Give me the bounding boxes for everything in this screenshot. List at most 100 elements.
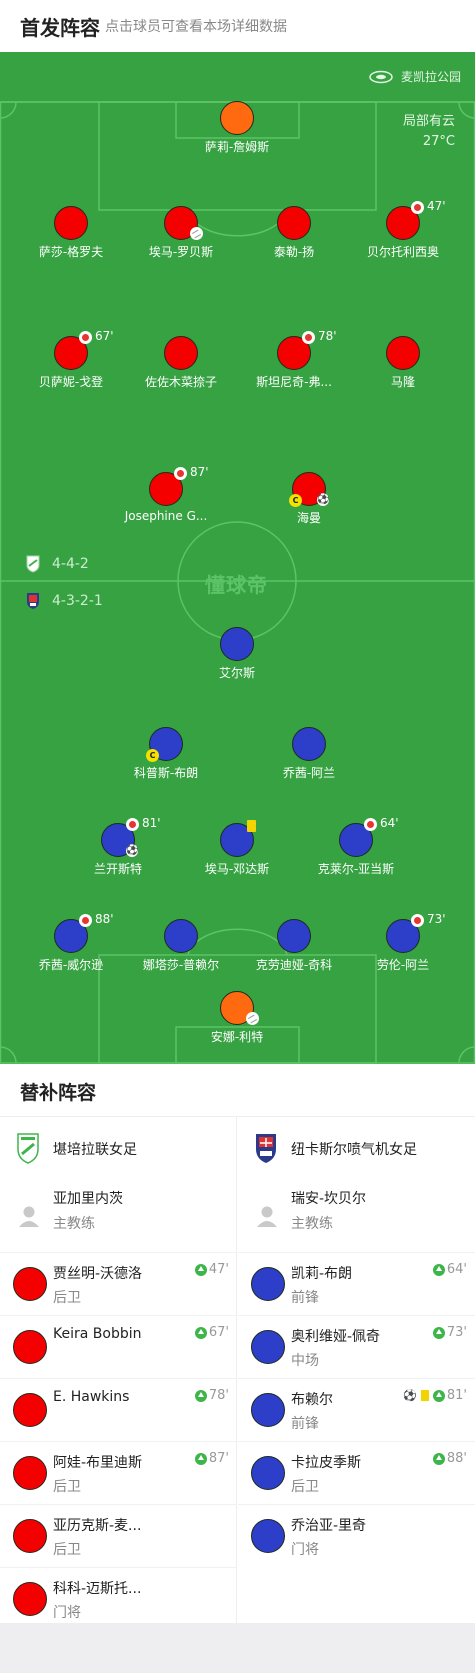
player-marker <box>54 206 88 240</box>
sub-minute: 67' <box>95 329 114 343</box>
player-marker: 81' ⚽ <box>101 816 161 857</box>
player-marker <box>292 727 326 761</box>
sub-player-row[interactable]: E. Hawkins 78' <box>0 1378 237 1441</box>
player-away-gk[interactable]: 安娜-利特 <box>172 991 302 1045</box>
team-logo <box>17 1133 39 1164</box>
sub-player-position: 后卫 <box>53 1542 81 1558</box>
lineup-page: { "header": { "title": "首发阵容", "subtitle… <box>0 0 475 1673</box>
sub-player-position: 中场 <box>291 1353 319 1369</box>
sub-player-name: Keira Bobbin <box>53 1326 142 1342</box>
sub-player-row[interactable]: 凯莉-布朗 前锋 64' <box>238 1252 475 1315</box>
sub-out-icon <box>411 914 424 927</box>
away-team-header[interactable]: 纽卡斯尔喷气机女足 <box>238 1117 475 1180</box>
sub-minute: 87' <box>190 465 209 479</box>
player-name: 艾尔斯 <box>218 666 255 680</box>
sub-minute: 81' <box>142 816 161 830</box>
sub-player-position: 前锋 <box>291 1416 319 1432</box>
player-away-10[interactable]: 73' 劳伦-阿兰 <box>338 912 468 973</box>
sub-in-arrow-icon <box>194 1263 207 1276</box>
home-team-header[interactable]: 堪培拉联女足 <box>0 1117 237 1180</box>
player-away-3[interactable]: 乔茜-阿兰 <box>244 727 374 781</box>
away-subs-column: 纽卡斯尔喷气机女足 瑞安-坎贝尔 主教练 凯莉-布朗 前锋 64' 奥利维娅-佩… <box>238 1117 475 1623</box>
coach-row[interactable]: 瑞安-坎贝尔 主教练 <box>238 1180 475 1252</box>
player-away-8[interactable]: 娜塔莎-普赖尔 <box>116 919 246 973</box>
home-formation: 4-4-2 <box>26 555 89 573</box>
player-name: 佐佐木菜捺子 <box>144 375 217 389</box>
player-home-7[interactable]: 佐佐木菜捺子 <box>116 336 246 390</box>
sub-player-row[interactable]: 乔治亚-里奇 门将 <box>238 1504 475 1567</box>
lineup-subtitle: 点击球员可查看本场详细数据 <box>105 19 287 35</box>
player-home-11[interactable]: C ⚽ 海曼 <box>244 472 374 526</box>
player-name: 兰开斯特 <box>93 862 142 876</box>
player-marker <box>13 1267 47 1301</box>
away-formation-label: 4-3-2-1 <box>52 593 103 609</box>
player-away-5[interactable]: 埃马-邓达斯 <box>172 820 302 877</box>
player-home-10[interactable]: 87' Josephine G... <box>101 465 231 523</box>
player-away-6[interactable]: 64' 克莱尔-亚当斯 <box>291 816 421 877</box>
player-marker <box>220 101 254 135</box>
player-marker <box>251 1393 285 1427</box>
player-marker <box>220 991 259 1025</box>
sub-player-name: 科科-迈斯托... <box>53 1581 142 1597</box>
sub-player-row[interactable]: Keira Bobbin 67' <box>0 1315 237 1378</box>
sub-out-icon <box>79 331 92 344</box>
player-marker: 73' <box>386 912 446 953</box>
coach-name: 瑞安-坎贝尔 <box>291 1191 367 1207</box>
player-name: 科普斯-布朗 <box>133 766 199 780</box>
sub-minute: 47' <box>427 199 446 213</box>
sub-in-time: 64' <box>432 1262 467 1277</box>
sub-player-name: E. Hawkins <box>53 1389 130 1405</box>
sub-player-position: 后卫 <box>291 1479 319 1495</box>
player-home-3[interactable]: 埃马-罗贝斯 <box>116 206 246 260</box>
player-marker: 78' <box>277 329 337 370</box>
player-marker <box>277 919 311 953</box>
player-name: Josephine G... <box>124 509 208 523</box>
sub-in-time: 47' <box>194 1262 229 1277</box>
sub-in-arrow-icon <box>432 1389 445 1402</box>
coach-row[interactable]: 亚加里内茨 主教练 <box>0 1180 237 1252</box>
player-name: 埃马-邓达斯 <box>204 862 270 876</box>
sub-player-row[interactable]: 科科-迈斯托... 门将 <box>0 1567 237 1630</box>
sub-player-position: 后卫 <box>53 1290 81 1306</box>
sub-player-row[interactable]: 亚历克斯-麦... 后卫 <box>0 1504 237 1567</box>
home-formation-label: 4-4-2 <box>52 556 89 572</box>
coach-role: 主教练 <box>53 1216 95 1232</box>
player-marker <box>251 1519 285 1553</box>
sub-out-icon <box>411 201 424 214</box>
player-marker <box>13 1393 47 1427</box>
sub-in-arrow-icon <box>194 1452 207 1465</box>
sub-player-name: 凯莉-布朗 <box>291 1266 353 1282</box>
player-away-1[interactable]: 艾尔斯 <box>172 627 302 681</box>
coach-role: 主教练 <box>291 1216 333 1232</box>
pitch: 麦凯拉公园 局部有云 27°C 懂球帝 4-4-2 4-3-2-1 萨莉-詹姆斯… <box>0 52 475 1064</box>
sub-player-name: 奥利维娅-佩奇 <box>291 1329 381 1345</box>
sub-player-name: 亚历克斯-麦... <box>53 1518 142 1534</box>
sub-in-time: 88' <box>432 1451 467 1466</box>
player-marker <box>13 1519 47 1553</box>
sub-in-arrow-icon <box>432 1326 445 1339</box>
player-home-9[interactable]: 马隆 <box>338 336 468 390</box>
player-marker: 87' <box>149 465 209 506</box>
sub-player-row[interactable]: 贾丝明-沃德洛 后卫 47' <box>0 1252 237 1315</box>
sub-in-arrow-icon <box>432 1263 445 1276</box>
sub-player-row[interactable]: 卡拉皮季斯 后卫 88' <box>238 1441 475 1504</box>
stadium-icon <box>369 70 393 83</box>
coach-avatar-icon <box>257 1206 277 1227</box>
sub-player-row[interactable]: 阿娃-布里迪斯 后卫 87' <box>0 1441 237 1504</box>
player-away-4[interactable]: 81' ⚽ 兰开斯特 <box>53 816 183 877</box>
player-marker <box>386 336 420 370</box>
sub-player-row[interactable]: 布赖尔 前锋 ⚽ 81' <box>238 1378 475 1441</box>
goal-ball-icon: ⚽ <box>317 494 330 506</box>
player-marker <box>164 919 198 953</box>
sub-in-time: 67' <box>194 1325 229 1340</box>
sub-player-row[interactable]: 奥利维娅-佩奇 中场 73' <box>238 1315 475 1378</box>
player-marker: 64' <box>339 816 399 857</box>
player-home-5[interactable]: 47' 贝尔托利西奥 <box>338 199 468 260</box>
player-marker <box>220 627 254 661</box>
goal-ball-icon: ⚽ <box>126 845 139 857</box>
sub-in-time: ⚽ 81' <box>403 1388 467 1403</box>
player-away-2[interactable]: C 科普斯-布朗 <box>101 727 231 781</box>
player-marker <box>251 1267 285 1301</box>
player-name: 劳伦-阿兰 <box>376 958 430 972</box>
player-home-gk[interactable]: 萨莉-詹姆斯 <box>172 101 302 155</box>
